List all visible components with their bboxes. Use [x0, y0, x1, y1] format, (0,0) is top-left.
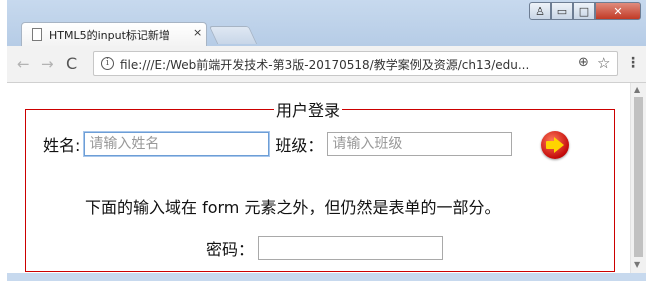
tab-strip: HTML5的input标记新增 × ♙ ▭ □ ✕ — [7, 0, 646, 47]
tab-close-icon[interactable]: × — [193, 26, 202, 39]
window-controls: ♙ ▭ □ ✕ — [529, 2, 641, 22]
zoom-icon[interactable]: ⊕ — [578, 55, 589, 70]
page-viewport: 用户登录 姓名: 班级： 下面的输入域在 form 元素之外，但仍然是表单的一部… — [7, 83, 630, 273]
close-window-button[interactable]: ✕ — [595, 2, 641, 20]
address-bar[interactable]: i file:///E:/Web前端开发技术-第3版-20170518/教学案例… — [93, 51, 618, 76]
url-text[interactable]: file:///E:/Web前端开发技术-第3版-20170518/教学案例及资… — [120, 56, 568, 73]
page-icon — [32, 28, 42, 41]
password-input[interactable] — [258, 236, 444, 260]
reload-icon[interactable]: C — [66, 54, 77, 73]
window-bottom-frame — [7, 273, 646, 281]
submit-image-button[interactable] — [541, 131, 569, 159]
name-class-row: 姓名: 班级： — [43, 131, 513, 157]
user-profile-icon[interactable]: ♙ — [529, 2, 551, 20]
password-row: 密码： — [206, 235, 444, 261]
forward-icon[interactable]: → — [41, 55, 54, 73]
class-input[interactable] — [327, 132, 513, 156]
name-label: 姓名: — [43, 136, 81, 155]
menu-icon[interactable]: ⋮ — [626, 55, 640, 71]
browser-window: HTML5的input标记新增 × ♙ ▭ □ ✕ ← → C i file:/… — [7, 0, 646, 281]
vertical-scrollbar[interactable]: ▲ ▼ — [630, 83, 646, 273]
scroll-up-icon[interactable]: ▲ — [634, 85, 640, 94]
submit-arrow-head — [554, 137, 564, 153]
tab-title: HTML5的input标记新增 — [49, 29, 170, 42]
browser-toolbar: ← → C i file:///E:/Web前端开发技术-第3版-2017051… — [7, 46, 646, 83]
password-label: 密码： — [206, 240, 255, 259]
minimize-button[interactable]: ▭ — [551, 2, 573, 20]
maximize-button[interactable]: □ — [573, 2, 595, 20]
fieldset-legend: 用户登录 — [276, 101, 341, 120]
browser-tab[interactable]: HTML5的input标记新增 × — [21, 22, 207, 46]
info-icon[interactable]: i — [101, 57, 114, 70]
scroll-down-icon[interactable]: ▼ — [634, 260, 640, 269]
name-input[interactable] — [83, 131, 271, 157]
bookmark-star-icon[interactable]: ☆ — [597, 54, 610, 72]
form-note: 下面的输入域在 form 元素之外，但仍然是表单的一部分。 — [85, 198, 501, 217]
scroll-thumb[interactable] — [634, 97, 643, 257]
class-label: 班级： — [275, 136, 324, 155]
new-tab-button[interactable] — [208, 26, 258, 44]
back-icon[interactable]: ← — [17, 55, 30, 73]
